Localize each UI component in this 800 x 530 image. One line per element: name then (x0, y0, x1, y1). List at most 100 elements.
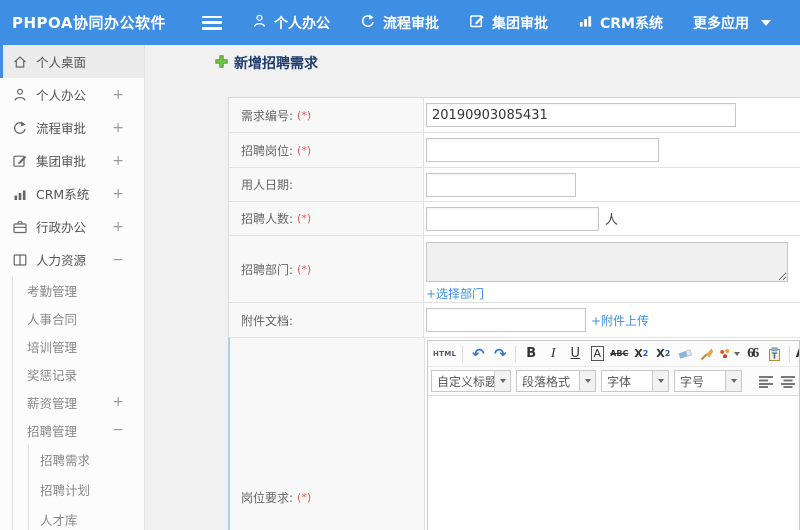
sidebar-item-reward-punishment[interactable]: 奖惩记录 (0, 360, 144, 388)
briefcase-icon (12, 219, 28, 235)
edit-icon (12, 153, 28, 169)
field-label: 招聘人数: (241, 210, 293, 227)
request-number-input[interactable] (426, 103, 736, 127)
undo-icon[interactable]: ↶ (468, 344, 488, 364)
font-family-select[interactable]: 字体 (601, 370, 669, 392)
blockquote-icon[interactable]: 66 (742, 344, 762, 364)
bold-button[interactable]: B (521, 344, 541, 364)
main-content: 新增招聘需求 需求编号: (*) 招聘岗位: (*) (146, 45, 800, 530)
collapse-toggle[interactable]: − (112, 252, 124, 268)
sidebar-item-attendance-mgmt[interactable]: 考勤管理 (0, 276, 144, 304)
paragraph-format-select[interactable]: 段落格式 (516, 370, 596, 392)
attachment-upload-link[interactable]: +附件上传 (591, 312, 649, 329)
eraser-icon[interactable] (675, 344, 695, 364)
chevron-down-icon (761, 20, 771, 26)
sidebar-item-recruit-mgmt[interactable]: 招聘管理 − (0, 416, 144, 444)
user-icon (12, 87, 28, 103)
expand-toggle[interactable]: + (112, 153, 124, 169)
rich-text-editor: HTML ↶ ↷ B I U A ABC X2 (427, 340, 800, 530)
chevron-down-icon (652, 371, 668, 391)
app-window: PHPOA协同办公软件 个人办公 流程审批 集团审批 CRM系统 更多应用 (0, 0, 800, 530)
source-code-button[interactable]: HTML (432, 344, 457, 364)
sidebar-item-group-approval[interactable]: 集团审批 + (0, 144, 144, 177)
sidebar-item-personal-office[interactable]: 个人办公 + (0, 78, 144, 111)
form-row-hire-date: 用人日期: (228, 168, 800, 202)
redo-icon[interactable]: ↷ (490, 344, 510, 364)
top-bar: PHPOA协同办公软件 个人办公 流程审批 集团审批 CRM系统 更多应用 (0, 0, 800, 45)
nav-workflow-approval[interactable]: 流程审批 (360, 13, 439, 33)
superscript-button[interactable]: X2 (631, 344, 651, 364)
recruit-department-textarea[interactable] (426, 242, 788, 282)
paste-clipboard-icon[interactable]: T (764, 344, 784, 364)
hr-submenu: 考勤管理 人事合同 培训管理 奖惩记录 薪资管理 + 招聘管理 − 招聘需求 (0, 276, 144, 530)
select-department-link[interactable]: +选择部门 (426, 285, 484, 302)
sidebar-item-human-resources[interactable]: 人力资源 − (0, 243, 144, 276)
sidebar-item-workflow-approval[interactable]: 流程审批 + (0, 111, 144, 144)
user-icon (252, 13, 274, 33)
subscript-button[interactable]: X2 (653, 344, 673, 364)
menu-toggle-icon[interactable] (202, 16, 222, 30)
chevron-down-icon (734, 352, 740, 356)
edit-icon (469, 13, 492, 33)
process-icon (360, 13, 383, 33)
field-label: 招聘岗位: (241, 142, 293, 159)
field-label: 用人日期: (241, 176, 293, 193)
editor-content-area[interactable] (428, 396, 799, 530)
nav-personal-office[interactable]: 个人办公 (252, 13, 330, 33)
nav-crm-system[interactable]: CRM系统 (578, 13, 663, 33)
svg-text:T: T (772, 351, 778, 360)
strikethrough-button[interactable]: ABC (609, 344, 629, 364)
expand-toggle[interactable]: + (112, 120, 124, 136)
underline-button[interactable]: U (565, 344, 585, 364)
home-icon (12, 54, 28, 70)
sidebar-item-recruit-plan[interactable]: 招聘计划 (0, 474, 144, 504)
form-row-position: 招聘岗位: (*) (228, 133, 800, 168)
nav-group-approval[interactable]: 集团审批 (469, 13, 548, 33)
field-label: 岗位要求: (241, 489, 293, 506)
custom-heading-select[interactable]: 自定义标题 (431, 370, 511, 392)
font-size-select[interactable]: 字号 (674, 370, 742, 392)
sidebar-item-training-mgmt[interactable]: 培训管理 (0, 332, 144, 360)
editor-toolbar: HTML ↶ ↷ B I U A ABC X2 (428, 341, 799, 396)
color-palette-icon[interactable] (719, 344, 740, 364)
sidebar-item-talent-pool[interactable]: 人才库 (0, 504, 144, 530)
chevron-down-icon (725, 371, 741, 391)
hire-date-input[interactable] (426, 173, 576, 197)
italic-button[interactable]: I (543, 344, 563, 364)
sidebar-item-recruit-request[interactable]: 招聘需求 (0, 444, 144, 474)
expand-toggle[interactable]: + (112, 186, 124, 202)
field-label: 招聘部门: (241, 261, 293, 278)
chevron-down-icon (579, 371, 595, 391)
expand-toggle[interactable]: + (112, 394, 124, 410)
sidebar-item-personnel-contract[interactable]: 人事合同 (0, 304, 144, 332)
font-style-button[interactable]: A (587, 344, 607, 364)
book-icon (12, 252, 28, 268)
recruit-position-input[interactable] (426, 138, 659, 162)
collapse-toggle[interactable]: − (112, 422, 124, 438)
required-marker: (*) (297, 212, 311, 225)
align-center-icon[interactable] (778, 371, 798, 391)
brand-title: PHPOA协同办公软件 (12, 12, 166, 33)
attachment-input[interactable] (426, 308, 586, 332)
top-nav: 个人办公 流程审批 集团审批 CRM系统 更多应用 (222, 13, 771, 33)
sidebar-item-salary-mgmt[interactable]: 薪资管理 + (0, 388, 144, 416)
nav-more-apps[interactable]: 更多应用 (693, 13, 771, 33)
form-row-request-number: 需求编号: (*) (228, 98, 800, 133)
expand-toggle[interactable]: + (112, 87, 124, 103)
required-marker: (*) (297, 263, 311, 276)
format-brush-icon[interactable] (697, 344, 717, 364)
expand-toggle[interactable]: + (112, 219, 124, 235)
required-marker: (*) (297, 491, 311, 504)
sidebar-item-crm-system[interactable]: CRM系统 + (0, 177, 144, 210)
sidebar-item-admin-office[interactable]: 行政办公 + (0, 210, 144, 243)
required-marker: (*) (297, 144, 311, 157)
process-icon (12, 120, 28, 136)
field-label: 附件文档: (241, 312, 293, 329)
font-color-button[interactable]: A (795, 344, 799, 364)
bar-chart-icon (578, 13, 600, 32)
page-title: 新增招聘需求 (215, 53, 318, 73)
align-left-icon[interactable] (756, 371, 776, 391)
form-row-job-requirements: 岗位要求: (*) HTML ↶ ↷ B (228, 338, 800, 530)
sidebar-item-personal-desktop[interactable]: 个人桌面 (0, 45, 144, 78)
headcount-input[interactable] (426, 207, 599, 231)
